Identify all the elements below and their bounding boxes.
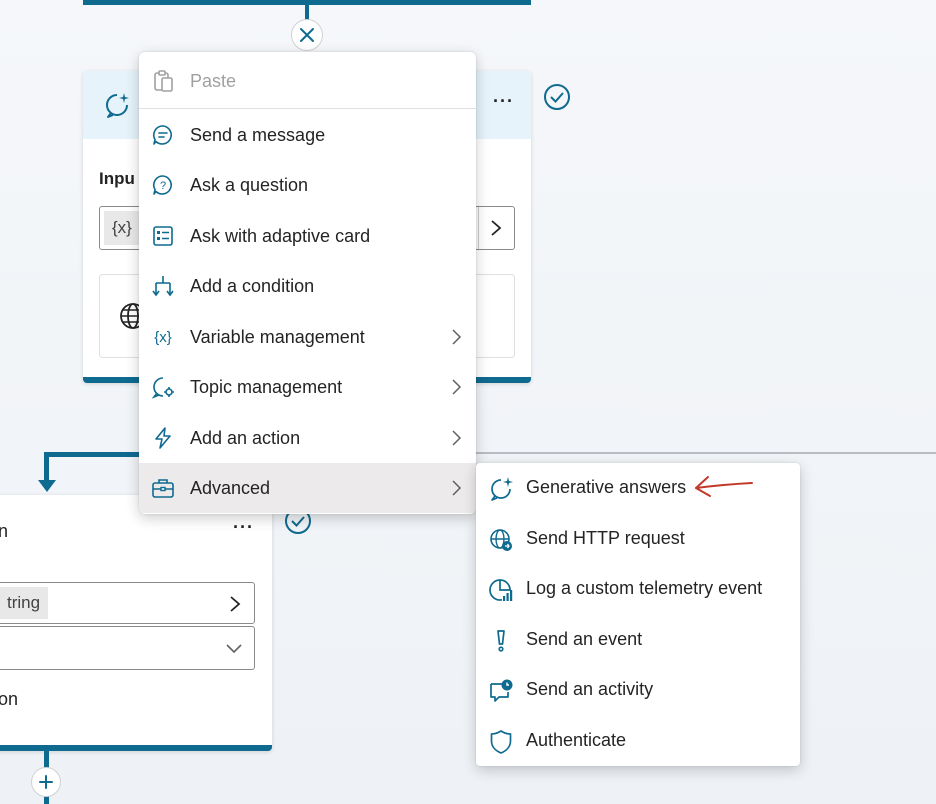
menu-item-label: Ask a question (190, 174, 309, 195)
menu-item-variable-management[interactable]: {x} Variable management (139, 312, 476, 362)
lower-node-variable-field[interactable]: tring (0, 582, 255, 624)
menu-item-label: Paste (190, 70, 237, 91)
top-node-input-label: Inpu (99, 169, 135, 188)
menu-item-label: Add a condition (190, 275, 315, 296)
submenu-item-label: Generative answers (526, 477, 687, 497)
menu-item-label: Advanced (190, 477, 271, 498)
chevron-right-icon (452, 329, 462, 345)
menu-item-topic-management[interactable]: Topic management (139, 362, 476, 412)
menu-item-add-condition[interactable]: Add a condition (139, 261, 476, 311)
menu-separator (139, 108, 476, 109)
menu-item-paste[interactable]: Paste (139, 56, 476, 106)
chevron-down-icon (226, 644, 242, 654)
chevron-right-icon (452, 430, 462, 446)
event-icon (497, 630, 505, 652)
add-node-button[interactable] (31, 767, 61, 797)
menu-item-label: Ask with adaptive card (190, 225, 371, 246)
menu-item-label: Variable management (190, 326, 365, 347)
menu-item-advanced[interactable]: Advanced (139, 463, 476, 513)
chevron-right-icon (452, 379, 462, 395)
check-circle-icon (544, 84, 570, 110)
shield-icon (490, 730, 512, 754)
input-divider (478, 207, 479, 249)
svg-text:?: ? (160, 180, 166, 192)
message-icon (152, 125, 172, 145)
action-icon (155, 427, 171, 449)
menu-item-adaptive-card[interactable]: Ask with adaptive card (139, 211, 476, 261)
menu-item-label: Topic management (190, 376, 343, 397)
menu-item-label: Send a message (190, 124, 326, 145)
submenu-item-label: Send an activity (526, 679, 654, 699)
topic-icon (151, 377, 174, 399)
chevron-right-icon (452, 480, 462, 496)
svg-text:{x}: {x} (154, 329, 172, 346)
toolbox-icon (152, 479, 174, 498)
activity-icon (490, 679, 513, 702)
submenu-item-label: Log a custom telemetry event (526, 578, 763, 598)
variable-icon: {x} (154, 329, 172, 346)
lower-node-text: on (0, 689, 19, 709)
submenu-item-log-telemetry[interactable]: Log a custom telemetry event (476, 564, 800, 614)
chevron-right-icon[interactable] (490, 219, 502, 237)
submenu-item-label: Send HTTP request (526, 528, 685, 548)
generative-answers-icon (491, 477, 513, 501)
http-request-icon (490, 529, 512, 551)
telemetry-icon (489, 579, 513, 601)
lower-node-dropdown[interactable] (0, 626, 255, 670)
lower-node-more-button[interactable]: ··· (233, 517, 254, 538)
plus-icon (39, 775, 53, 789)
arrow-down-icon (38, 480, 56, 492)
submenu-item-authenticate[interactable]: Authenticate (476, 716, 800, 766)
close-icon (300, 28, 314, 42)
paste-icon (154, 70, 173, 92)
lower-node-card[interactable]: n ··· tring on (0, 495, 272, 751)
canvas-divider-line (476, 452, 936, 454)
advanced-submenu: Generative answers Send HTTP request Log… (476, 463, 800, 766)
menu-item-send-message[interactable]: Send a message (139, 110, 476, 160)
submenu-item-send-event[interactable]: Send an event (476, 615, 800, 665)
branch-connector-horizontal (44, 452, 140, 457)
submenu-item-send-activity[interactable]: Send an activity (476, 665, 800, 715)
menu-item-ask-question[interactable]: ? Ask a question (139, 160, 476, 210)
menu-item-add-action[interactable]: Add an action (139, 413, 476, 463)
menu-item-label: Add an action (190, 427, 301, 448)
submenu-item-label: Send an event (526, 629, 643, 649)
variable-chip: {x} (104, 211, 140, 245)
add-node-context-menu: Paste Send a message ? Ask a question As… (139, 52, 476, 514)
top-node-more-button[interactable]: ··· (493, 91, 514, 112)
submenu-item-send-http-request[interactable]: Send HTTP request (476, 514, 800, 564)
condition-icon (152, 276, 174, 297)
adaptive-card-icon (153, 226, 173, 246)
generative-answers-icon (106, 93, 129, 118)
question-icon: ? (152, 175, 172, 195)
type-chip: tring (0, 587, 49, 619)
delete-connector-button[interactable] (291, 19, 323, 51)
lower-node-title: n (0, 521, 9, 541)
chevron-right-icon[interactable] (229, 595, 241, 613)
annotation-arrow-icon (695, 476, 753, 497)
submenu-item-label: Authenticate (526, 730, 627, 750)
